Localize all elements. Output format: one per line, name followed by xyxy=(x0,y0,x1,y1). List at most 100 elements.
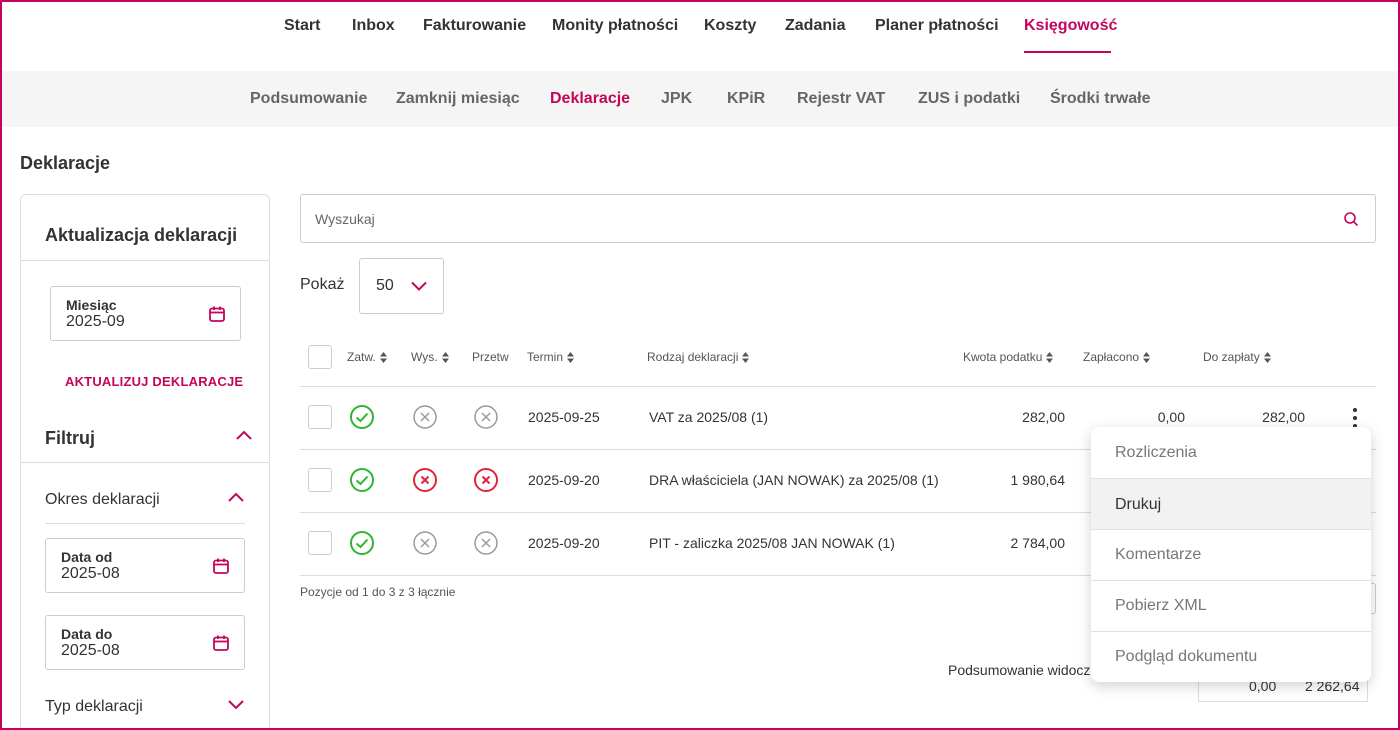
nav-monity-platnosci[interactable]: Monity płatności xyxy=(552,17,678,35)
month-field-value: 2025-09 xyxy=(66,313,125,330)
month-field-label: Miesiąc xyxy=(66,297,117,313)
menu-item-pobierz-xml[interactable]: Pobierz XML xyxy=(1091,580,1371,631)
x-circle-icon xyxy=(413,531,437,555)
select-all-checkbox[interactable] xyxy=(308,345,332,369)
check-circle-icon xyxy=(350,468,374,492)
column-header-label: Rodzaj deklaracji xyxy=(647,350,739,364)
update-section-title: Aktualizacja deklaracji xyxy=(45,225,238,245)
sidebar-panel: Aktualizacja deklaracji Miesiąc 2025-09 … xyxy=(20,194,270,730)
nav-fakturowanie[interactable]: Fakturowanie xyxy=(423,17,526,35)
error-circle-icon xyxy=(413,468,437,492)
column-header-termin[interactable]: Termin xyxy=(527,350,575,364)
sort-icon xyxy=(1263,351,1271,363)
row-checkbox[interactable] xyxy=(308,405,332,429)
date-from-value: 2025-08 xyxy=(61,565,120,582)
nav-ksiegowosc[interactable]: Księgowość xyxy=(1024,17,1117,35)
subnav-kpir[interactable]: KPiR xyxy=(727,90,765,108)
date-from-field[interactable]: Data od 2025-08 xyxy=(45,538,245,593)
divider xyxy=(21,260,269,261)
row-checkbox[interactable] xyxy=(308,468,332,492)
page-size-value: 50 xyxy=(376,277,394,294)
divider xyxy=(45,523,245,524)
chevron-up-icon[interactable] xyxy=(235,429,253,441)
cell-zaplacono: 0,00 xyxy=(1157,409,1185,425)
month-field[interactable]: Miesiąc 2025-09 xyxy=(50,286,241,341)
cell-termin: 2025-09-20 xyxy=(528,472,600,488)
subnav-podsumowanie[interactable]: Podsumowanie xyxy=(250,90,367,108)
x-circle-icon xyxy=(474,531,498,555)
date-to-value: 2025-08 xyxy=(61,642,120,659)
chevron-up-icon[interactable] xyxy=(227,491,245,503)
sort-icon xyxy=(441,351,449,363)
x-circle-icon xyxy=(413,405,437,429)
column-header-label: Wys. xyxy=(411,350,438,364)
menu-item-drukuj[interactable]: Drukuj xyxy=(1091,479,1371,530)
chevron-down-icon xyxy=(411,281,427,291)
search-icon[interactable] xyxy=(1343,211,1359,227)
more-options-icon[interactable] xyxy=(1348,407,1362,429)
sort-icon xyxy=(742,351,750,363)
cell-rodzaj[interactable]: DRA właściciela (JAN NOWAK) za 2025/08 (… xyxy=(649,472,939,488)
cell-rodzaj[interactable]: PIT - zaliczka 2025/08 JAN NOWAK (1) xyxy=(649,535,895,551)
column-header-wys[interactable]: Wys. xyxy=(411,350,449,364)
cell-rodzaj[interactable]: VAT za 2025/08 (1) xyxy=(649,409,768,425)
column-header-kwota[interactable]: Kwota podatku xyxy=(963,350,1054,364)
cell-do-zaplaty: 282,00 xyxy=(1262,409,1305,425)
nav-zadania[interactable]: Zadania xyxy=(785,17,845,35)
cell-kwota: 282,00 xyxy=(1022,409,1065,425)
subnav-rejestr-vat[interactable]: Rejestr VAT xyxy=(797,90,885,108)
update-declarations-button[interactable]: AKTUALIZUJ DEKLARACJE xyxy=(65,374,243,389)
column-header-przetw[interactable]: Przetw xyxy=(472,350,509,364)
calendar-icon[interactable] xyxy=(208,305,226,323)
column-header-label: Zapłacono xyxy=(1083,350,1140,364)
type-section-title: Typ deklaracji xyxy=(45,698,143,715)
subnav-zamknij-miesiac[interactable]: Zamknij miesiąc xyxy=(396,90,520,108)
check-circle-icon xyxy=(350,405,374,429)
sub-navigation: Podsumowanie Zamknij miesiąc Deklaracje … xyxy=(0,71,1400,127)
date-to-label: Data do xyxy=(61,626,113,642)
row-checkbox[interactable] xyxy=(308,531,332,555)
date-from-label: Data od xyxy=(61,549,113,565)
menu-item-podglad-dokumentu[interactable]: Podgląd dokumentu xyxy=(1091,631,1371,682)
page-size-select[interactable]: 50 xyxy=(359,258,444,314)
nav-inbox[interactable]: Inbox xyxy=(352,17,395,35)
nav-koszty[interactable]: Koszty xyxy=(704,17,756,35)
cell-kwota: 1 980,64 xyxy=(1010,472,1066,488)
cell-kwota: 2 784,00 xyxy=(1010,535,1066,551)
date-to-field[interactable]: Data do 2025-08 xyxy=(45,615,245,670)
column-header-label: Termin xyxy=(527,350,564,364)
row-context-menu: Rozliczenia Drukuj Komentarze Pobierz XM… xyxy=(1091,427,1371,682)
table-divider xyxy=(300,386,1376,387)
sort-icon xyxy=(379,351,387,363)
cell-termin: 2025-09-25 xyxy=(528,409,600,425)
menu-item-rozliczenia[interactable]: Rozliczenia xyxy=(1091,427,1371,478)
page-size-label: Pokaż xyxy=(300,276,345,293)
column-header-label: Do zapłaty xyxy=(1203,350,1260,364)
x-circle-icon xyxy=(474,405,498,429)
nav-planer-platnosci[interactable]: Planer płatności xyxy=(875,17,999,35)
subnav-jpk[interactable]: JPK xyxy=(661,90,692,108)
subnav-srodki-trwale[interactable]: Środki trwałe xyxy=(1050,90,1150,108)
divider xyxy=(21,462,269,463)
active-nav-underline xyxy=(1024,51,1111,53)
column-header-zaplacono[interactable]: Zapłacono xyxy=(1083,350,1151,364)
pagination-info: Pozycje od 1 do 3 z 3 łącznie xyxy=(300,585,456,599)
summary-label: Podsumowanie widocz xyxy=(948,662,1091,678)
calendar-icon[interactable] xyxy=(212,634,230,652)
nav-start[interactable]: Start xyxy=(284,17,320,35)
column-header-label: Zatw. xyxy=(347,350,376,364)
chevron-down-icon[interactable] xyxy=(227,698,245,710)
sort-icon xyxy=(1143,351,1151,363)
filter-section-title: Filtruj xyxy=(45,428,95,448)
period-section-title: Okres deklaracji xyxy=(45,491,160,508)
error-circle-icon xyxy=(474,468,498,492)
menu-item-komentarze[interactable]: Komentarze xyxy=(1091,529,1371,580)
column-header-zatw[interactable]: Zatw. xyxy=(347,350,387,364)
subnav-zus-i-podatki[interactable]: ZUS i podatki xyxy=(918,90,1020,108)
column-header-rodzaj[interactable]: Rodzaj deklaracji xyxy=(647,350,750,364)
subnav-deklaracje[interactable]: Deklaracje xyxy=(550,90,630,108)
search-input[interactable]: Wyszukaj xyxy=(300,194,1376,243)
calendar-icon[interactable] xyxy=(212,557,230,575)
column-header-label: Przetw xyxy=(472,350,509,364)
column-header-do-zaplaty[interactable]: Do zapłaty xyxy=(1203,350,1271,364)
